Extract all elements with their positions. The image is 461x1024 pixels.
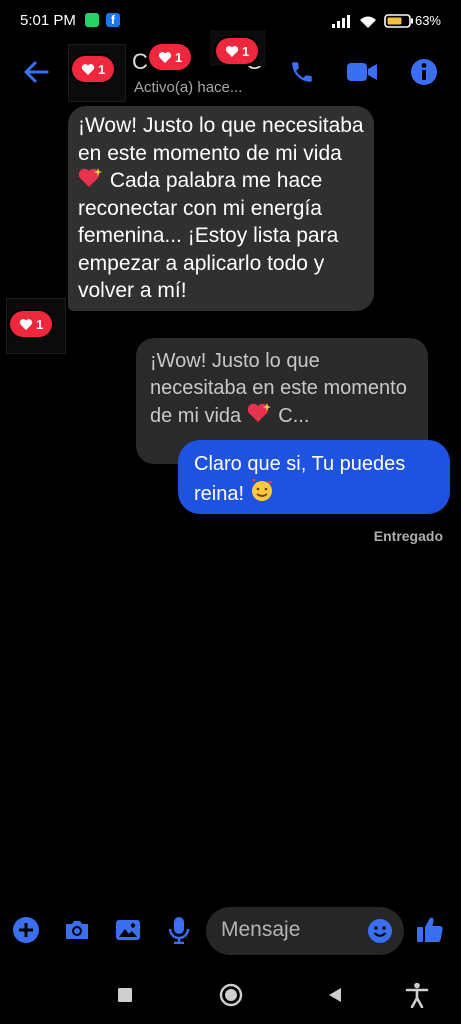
contact-status: Activo(a) hace... xyxy=(134,79,243,96)
reaction-badge[interactable]: 1 xyxy=(10,311,53,337)
info-button[interactable] xyxy=(408,56,440,88)
video-icon xyxy=(347,63,377,81)
reaction-count: 1 xyxy=(36,316,44,332)
incoming-message-text: ¡Wow! Justo lo que necesitaba en este mo… xyxy=(78,114,364,165)
reaction-count: 1 xyxy=(98,61,106,77)
message-input[interactable] xyxy=(221,918,361,942)
accessibility-icon xyxy=(405,982,429,1008)
back-arrow-icon xyxy=(24,61,49,83)
delivery-status: Entregado xyxy=(373,528,443,544)
sparkling-heart-icon xyxy=(78,168,102,187)
message-composer[interactable] xyxy=(206,907,404,955)
heart-icon xyxy=(158,51,172,63)
gallery-button[interactable] xyxy=(110,912,146,948)
accessibility-button[interactable] xyxy=(402,980,432,1010)
signal-icon xyxy=(332,15,350,28)
gallery-icon xyxy=(116,920,140,940)
back-nav-button[interactable] xyxy=(320,980,350,1010)
voice-message-button[interactable] xyxy=(161,912,197,948)
incoming-message-text-2: Cada palabra me hace reconectar con mi e… xyxy=(78,169,339,302)
quoted-message-more: C... xyxy=(272,405,310,427)
battery-icon xyxy=(384,14,413,28)
call-button[interactable] xyxy=(286,56,318,88)
home-circle-icon xyxy=(219,983,243,1007)
camera-button[interactable] xyxy=(59,912,95,948)
heart-icon xyxy=(19,318,33,330)
facebook-notification-icon: f xyxy=(106,13,120,27)
emoji-button[interactable] xyxy=(367,918,393,944)
reaction-count: 1 xyxy=(242,43,250,59)
heart-icon xyxy=(225,45,239,57)
reaction-badge[interactable]: 1 xyxy=(149,44,192,70)
emoji-icon xyxy=(368,919,392,943)
info-icon xyxy=(411,59,437,85)
outgoing-message-bubble[interactable]: Claro que si, Tu puedes reina! xyxy=(178,440,450,514)
square-icon xyxy=(118,988,132,1002)
phone-icon xyxy=(292,62,312,82)
reaction-badge[interactable]: 1 xyxy=(216,38,259,64)
smiling-hearts-face-icon xyxy=(251,478,272,501)
status-time: 5:01 PM xyxy=(20,12,76,29)
reaction-badge[interactable]: 1 xyxy=(72,56,115,82)
more-actions-button[interactable] xyxy=(8,912,44,948)
recents-button[interactable] xyxy=(110,980,140,1010)
incoming-message-bubble[interactable]: ¡Wow! Justo lo que necesitaba en este mo… xyxy=(68,106,374,311)
plus-icon xyxy=(13,917,39,943)
heart-icon xyxy=(81,63,95,75)
microphone-icon xyxy=(168,917,190,944)
video-call-button[interactable] xyxy=(346,56,378,88)
home-button[interactable] xyxy=(216,980,246,1010)
back-button[interactable] xyxy=(20,56,52,88)
battery-percent: 63% xyxy=(414,13,441,28)
camera-icon xyxy=(66,921,88,939)
like-button[interactable] xyxy=(412,912,448,948)
thumbs-up-icon xyxy=(417,917,443,942)
sparkling-heart-icon xyxy=(247,403,271,422)
outgoing-message-text: Claro que si, Tu puedes reina! xyxy=(194,453,406,505)
wifi-icon xyxy=(360,16,376,28)
whatsapp-notification-icon xyxy=(85,13,99,27)
reaction-count: 1 xyxy=(175,49,183,65)
triangle-back-icon xyxy=(329,988,341,1002)
